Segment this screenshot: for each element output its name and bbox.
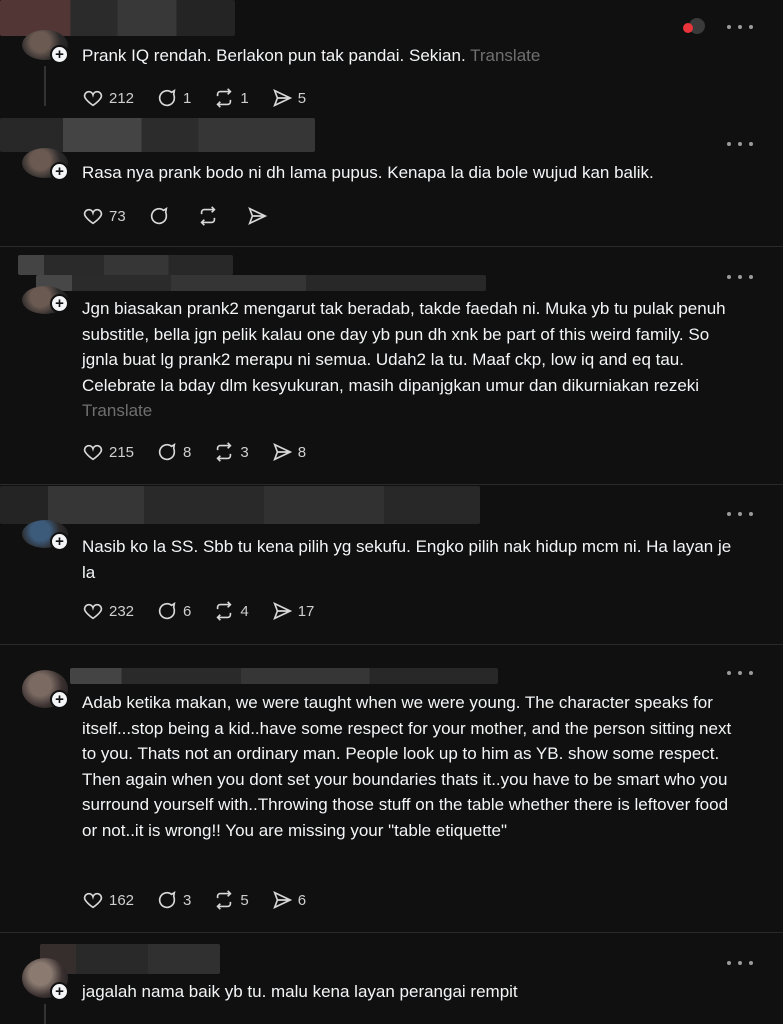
- send-icon: [272, 89, 292, 107]
- post-actions: 162 3 5 6: [82, 888, 328, 912]
- comment-icon: [158, 891, 176, 909]
- post-divider: [0, 484, 783, 485]
- more-options-button[interactable]: [727, 20, 753, 34]
- translate-link[interactable]: Translate: [470, 46, 540, 65]
- comment-icon: [150, 207, 168, 225]
- blurred-username: [0, 118, 315, 152]
- translate-link[interactable]: Translate: [82, 401, 152, 420]
- like-button[interactable]: 162: [82, 889, 134, 911]
- more-options-button[interactable]: [727, 270, 753, 284]
- blurred-username: [36, 275, 486, 291]
- more-options-button[interactable]: [727, 666, 753, 680]
- reply-button[interactable]: 8: [156, 441, 191, 463]
- share-button[interactable]: 6: [271, 889, 306, 911]
- send-icon: [272, 443, 292, 461]
- repost-button[interactable]: 4: [213, 600, 249, 622]
- post-divider: [0, 644, 783, 645]
- post-actions: 212 1 1 5: [82, 86, 328, 110]
- post-text: Rasa nya prank bodo ni dh lama pupus. Ke…: [82, 163, 654, 182]
- follow-plus-icon[interactable]: +: [50, 45, 69, 64]
- repost-icon: [200, 206, 216, 226]
- repost-button[interactable]: 5: [213, 889, 249, 911]
- follow-plus-icon[interactable]: +: [50, 982, 69, 1001]
- repost-icon: [216, 890, 232, 910]
- follow-plus-icon[interactable]: +: [50, 690, 69, 709]
- repost-icon: [216, 88, 232, 108]
- heart-icon: [83, 90, 103, 107]
- like-button[interactable]: 73: [82, 205, 126, 227]
- post-divider: [0, 246, 783, 247]
- post-divider: [0, 932, 783, 933]
- thread-line: [44, 66, 46, 106]
- more-options-button[interactable]: [727, 507, 753, 521]
- heart-icon: [83, 208, 103, 225]
- post-actions: 73: [82, 204, 295, 228]
- follow-plus-icon[interactable]: +: [50, 294, 69, 313]
- blurred-username: [18, 255, 233, 275]
- post-text: Adab ketika makan, we were taught when w…: [82, 693, 732, 840]
- more-options-button[interactable]: [727, 137, 753, 151]
- reply-button[interactable]: 1: [156, 87, 191, 109]
- post-actions: 232 6 4 17: [82, 599, 336, 623]
- heart-icon: [83, 892, 103, 909]
- more-options-button[interactable]: [727, 956, 753, 970]
- post-text: Jgn biasakan prank2 mengarut tak beradab…: [82, 299, 726, 420]
- post-text: Nasib ko la SS. Sbb tu kena pilih yg sek…: [82, 537, 732, 582]
- reply-button[interactable]: 6: [156, 600, 191, 622]
- repost-button[interactable]: [197, 205, 224, 227]
- blurred-username: [40, 944, 220, 974]
- share-button[interactable]: 17: [271, 600, 314, 622]
- thread-line: [44, 1004, 46, 1024]
- reply-button[interactable]: 3: [156, 889, 191, 911]
- repost-button[interactable]: 3: [213, 441, 249, 463]
- heart-icon: [83, 444, 103, 461]
- post-actions: 215 8 3 8: [82, 440, 328, 464]
- send-icon: [247, 207, 267, 225]
- post-text: Prank IQ rendah. Berlakon pun tak pandai…: [82, 46, 541, 65]
- repost-icon: [216, 442, 232, 462]
- share-button[interactable]: [246, 205, 273, 227]
- follow-plus-icon[interactable]: +: [50, 532, 69, 551]
- like-button[interactable]: 215: [82, 441, 134, 463]
- post-text: jagalah nama baik yb tu. malu kena layan…: [82, 982, 518, 1001]
- reply-button[interactable]: [148, 205, 175, 227]
- blurred-username: [70, 668, 498, 684]
- send-icon: [272, 602, 292, 620]
- repost-icon: [216, 601, 232, 621]
- share-button[interactable]: 5: [271, 87, 306, 109]
- share-button[interactable]: 8: [271, 441, 306, 463]
- follow-plus-icon[interactable]: +: [50, 162, 69, 181]
- comment-icon: [158, 443, 176, 461]
- heart-icon: [83, 603, 103, 620]
- liked-by-author-icon: [683, 18, 705, 34]
- send-icon: [272, 891, 292, 909]
- like-button[interactable]: 212: [82, 87, 134, 109]
- repost-button[interactable]: 1: [213, 87, 249, 109]
- comment-icon: [158, 89, 176, 107]
- comment-icon: [158, 602, 176, 620]
- blurred-username: [0, 486, 480, 524]
- like-button[interactable]: 232: [82, 600, 134, 622]
